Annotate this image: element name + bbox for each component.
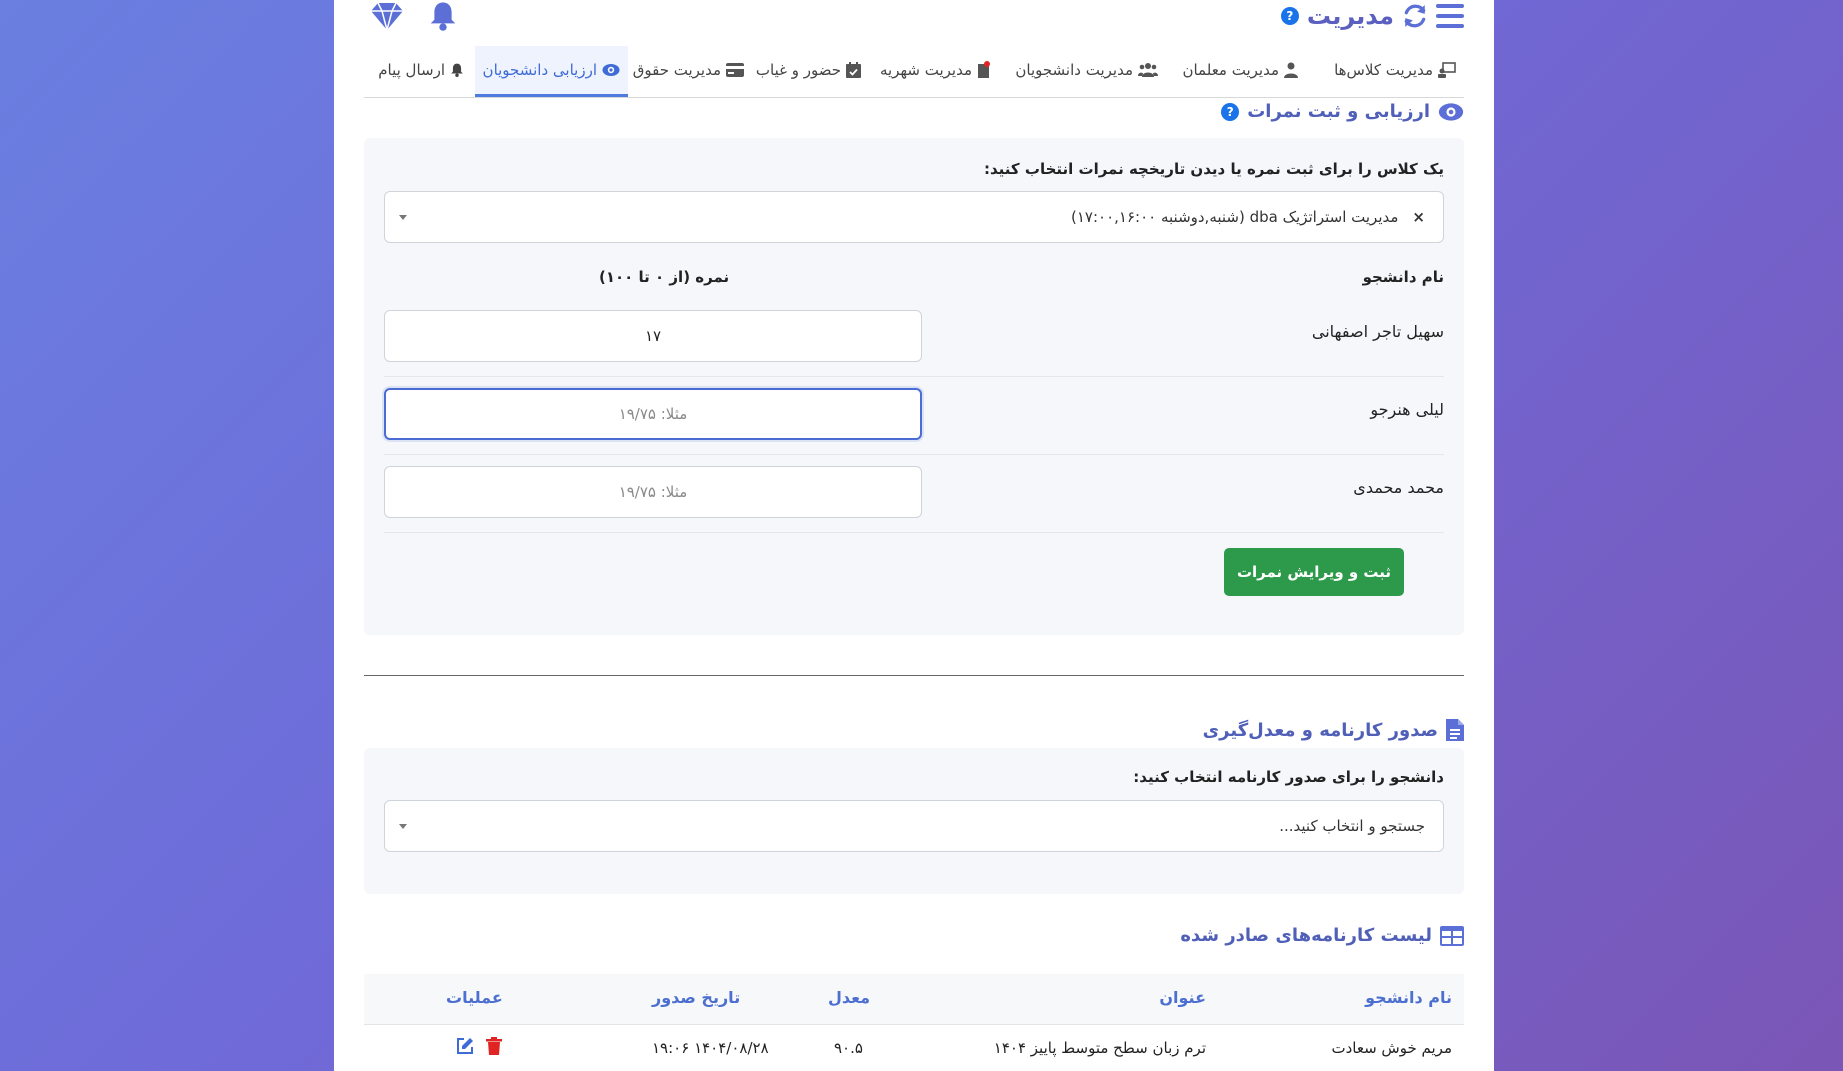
cell-student: مریم خوش سعادت [1331,1039,1452,1057]
report-select-label: دانشجو را برای صدور کارنامه انتخاب کنید: [1133,768,1444,786]
class-select-value: × مدیریت استراتژیک dba (شنبه,دوشنبه ۱۷:۰… [1071,208,1425,226]
table-row: مریم خوش سعادت ترم زبان سطح متوسط پاییز … [364,1025,1464,1071]
class-select-label: یک کلاس را برای ثبت نمره یا دیدن تاریخچه… [984,160,1444,178]
teacher-board-icon [1438,62,1456,78]
student-grade-row: محمد محمدی [384,454,1444,533]
grade-input[interactable] [384,466,922,518]
col-header-student: نام دانشجو [1365,988,1452,1007]
credit-card-icon [726,63,744,77]
trash-icon[interactable] [486,1037,502,1055]
eye-icon [1438,102,1464,121]
section-title-text: ارزیابی و ثبت نمرات [1247,101,1430,122]
cell-date: ۱۴۰۴/۰۸/۲۸ ۱۹:۰۶ [652,1039,769,1057]
issued-section-title: لیست کارنامه‌های صادر شده [1180,925,1464,946]
table-icon [1440,925,1464,946]
col-header-average: معدل [828,988,871,1007]
section-title-text: صدور کارنامه و معدل‌گیری [1202,719,1438,741]
tab-evaluation[interactable]: ارزیابی دانشجویان [474,46,628,97]
header-actions [370,0,458,32]
app-title: مدیریت [1306,2,1394,30]
receipt-icon [978,61,990,78]
selected-class-text: مدیریت استراتژیک dba (شنبه,دوشنبه ۱۷:۰۰,… [1071,208,1399,226]
class-select[interactable]: × مدیریت استراتژیک dba (شنبه,دوشنبه ۱۷:۰… [384,191,1444,243]
diamond-icon[interactable] [370,1,404,31]
users-icon [1138,63,1158,77]
student-name: سهیل تاجر اصفهانی [1311,322,1444,341]
col-student-header: نام دانشجو [1362,268,1444,286]
chevron-down-icon[interactable] [399,215,407,220]
save-grades-button[interactable]: ثبت و ویرایش نمرات [1224,548,1404,596]
col-header-term: عنوان [1159,988,1206,1007]
content-area: مدیریت ? مدیریت کلاس‌ها مدیریت معلمان [364,0,1464,1071]
tab-label: ارسال پیام [378,61,445,79]
table-header-row: نام دانشجو عنوان معدل تاریخ صدور عملیات [364,974,1464,1025]
tab-label: مدیریت شهریه [879,61,972,79]
tab-label: ارزیابی دانشجویان [482,61,597,79]
bell-icon[interactable] [428,0,458,32]
hamburger-menu-icon[interactable] [1436,4,1464,28]
grade-input[interactable] [384,310,922,362]
student-name: محمد محمدی [1353,478,1444,497]
tab-attendance[interactable]: حضور و غیاب [748,46,869,94]
section-title-text: لیست کارنامه‌های صادر شده [1180,925,1432,946]
report-card: دانشجو را برای صدور کارنامه انتخاب کنید:… [364,748,1464,894]
report-section-title: صدور کارنامه و معدل‌گیری [1203,719,1464,741]
cell-term: ترم زبان سطح متوسط پاییز ۱۴۰۴ [993,1039,1206,1057]
col-grade-header: نمره (از ۰ تا ۱۰۰) [599,268,730,286]
edit-icon[interactable] [456,1037,474,1055]
tab-salary[interactable]: مدیریت حقوق [625,46,752,94]
cell-average: ۹۰.۵ [834,1039,863,1057]
grading-section-title: ارزیابی و ثبت نمرات ? [1221,101,1464,122]
student-report-select[interactable]: جستجو و انتخاب کنید... [384,800,1444,852]
help-icon[interactable]: ? [1280,7,1299,25]
eye-icon [602,64,620,76]
bell-icon [451,63,463,77]
tab-label: حضور و غیاب [755,61,841,79]
tab-students[interactable]: مدیریت دانشجویان [1007,46,1166,94]
chevron-down-icon[interactable] [399,824,407,829]
file-icon [1446,719,1464,741]
nav-tabs: مدیریت کلاس‌ها مدیریت معلمان مدیریت دانش… [364,46,1464,98]
student-grade-row: سهیل تاجر اصفهانی [384,298,1444,377]
header-brand: مدیریت ? [1280,2,1464,30]
tab-label: مدیریت دانشجویان [1015,61,1133,79]
help-icon[interactable]: ? [1221,102,1240,121]
row-actions [456,1037,502,1055]
tab-tuition[interactable]: مدیریت شهریه [872,46,999,94]
main-panel: مدیریت ? مدیریت کلاس‌ها مدیریت معلمان [334,0,1494,1071]
grade-input[interactable] [384,388,922,440]
tab-classes[interactable]: مدیریت کلاس‌ها [1326,46,1464,94]
user-icon [1284,62,1298,78]
col-header-date: تاریخ صدور [652,988,741,1007]
calendar-check-icon [846,62,861,78]
student-name: لیلی هنرجو [1370,400,1444,419]
tab-label: مدیریت حقوق [632,61,721,79]
tab-send-message[interactable]: ارسال پیام [370,46,472,94]
tab-label: مدیریت معلمان [1182,61,1279,79]
tab-teachers[interactable]: مدیریت معلمان [1174,46,1306,94]
student-grade-row: لیلی هنرجو [384,376,1444,455]
tab-label: مدیریت کلاس‌ها [1334,61,1433,79]
select-placeholder: جستجو و انتخاب کنید... [1279,817,1425,835]
section-divider [364,675,1464,676]
clear-selection-icon[interactable]: × [1412,208,1425,226]
refresh-icon[interactable] [1402,3,1428,29]
col-header-ops: عملیات [446,988,503,1007]
top-header: مدیریت ? [364,0,1464,40]
